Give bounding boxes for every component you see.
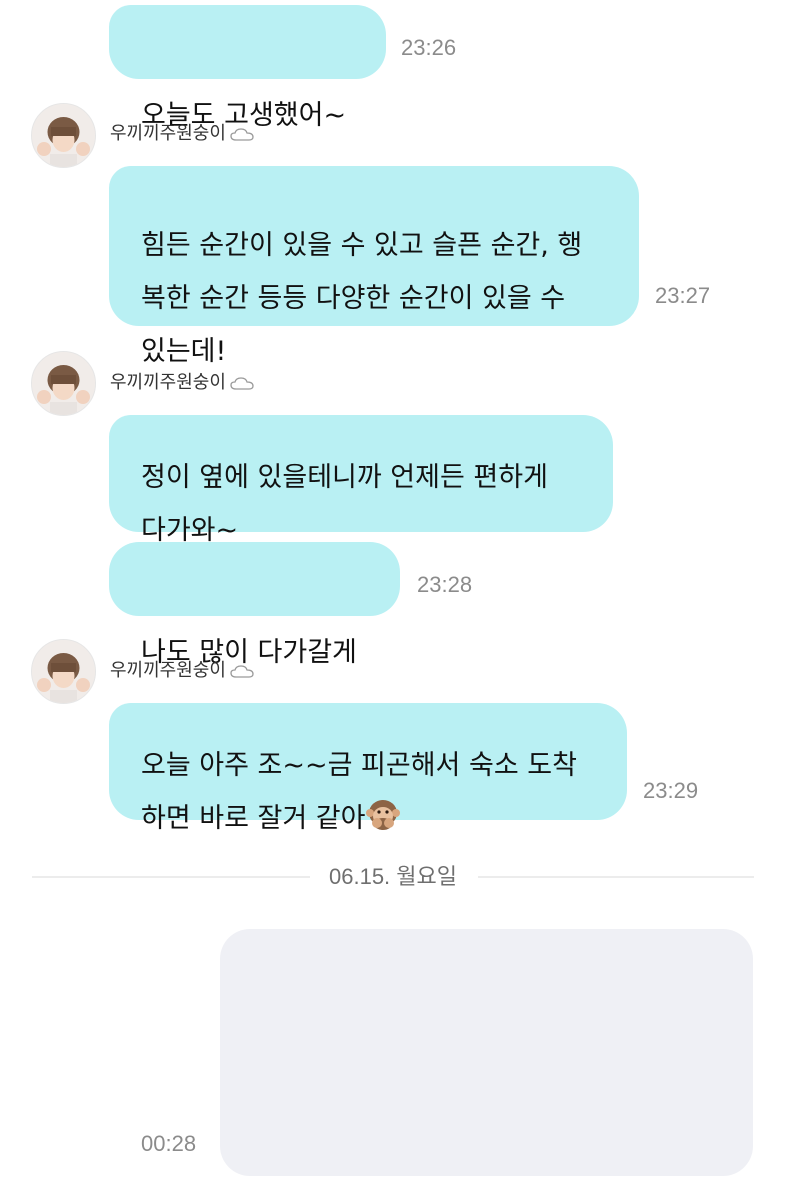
avatar-photo	[32, 352, 95, 415]
sender-name-text: 우끼끼주원숭이	[110, 372, 226, 393]
message-bubble[interactable]: 힘든 순간이 있을 수 있고 슬픈 순간, 행 복한 순간 등등 다양한 순간이…	[109, 166, 639, 367]
message-timestamp: 23:27	[655, 283, 711, 308]
message-timestamp: 23:29	[643, 778, 699, 803]
cloud-icon	[230, 665, 254, 678]
date-label: 06.15. 월요일	[32, 862, 754, 892]
sender-name: 우끼끼주원숭이	[110, 121, 254, 147]
message-text: 오늘 아주 조~~금 피곤해서 숙소 도착 하면 바로 잘거 같아	[141, 739, 595, 845]
message-bubble[interactable]: 오늘 아주 조~~금 피곤해서 숙소 도착 하면 바로 잘거 같아	[109, 703, 627, 834]
sender-name-text: 우끼끼주원숭이	[110, 660, 226, 681]
sender-name-text: 우끼끼주원숭이	[110, 123, 226, 144]
avatar[interactable]	[31, 351, 96, 416]
sender-name: 우끼끼주원숭이	[110, 658, 254, 684]
speak-no-evil-monkey-icon	[366, 800, 401, 830]
message-text-content: 오늘 아주 조~~금 피곤해서 숙소 도착 하면 바로 잘거 같아	[141, 750, 577, 834]
message-timestamp: 23:26	[401, 35, 457, 60]
sender-name: 우끼끼주원숭이	[110, 370, 254, 396]
avatar-photo	[32, 104, 95, 167]
message-timestamp: 00:28	[141, 1131, 197, 1156]
date-label-text: 06.15. 월요일	[311, 864, 475, 889]
message-bubble[interactable]: 나도 많이 다가갈게	[109, 542, 400, 668]
cloud-icon	[230, 128, 254, 141]
avatar-photo	[32, 640, 95, 703]
avatar[interactable]	[31, 639, 96, 704]
message-text: 힘든 순간이 있을 수 있고 슬픈 순간, 행 복한 순간 등등 다양한 순간이…	[141, 230, 583, 367]
message-timestamp: 23:28	[417, 572, 473, 597]
date-divider: 06.15. 월요일	[32, 862, 754, 892]
cloud-icon	[230, 377, 254, 390]
message-bubble[interactable]: 오늘도 고생했어~	[109, 5, 386, 131]
image-message[interactable]	[220, 929, 753, 1176]
message-bubble[interactable]: 정이 옆에 있을테니까 언제든 편하게 다가와~	[109, 415, 613, 546]
avatar[interactable]	[31, 103, 96, 168]
